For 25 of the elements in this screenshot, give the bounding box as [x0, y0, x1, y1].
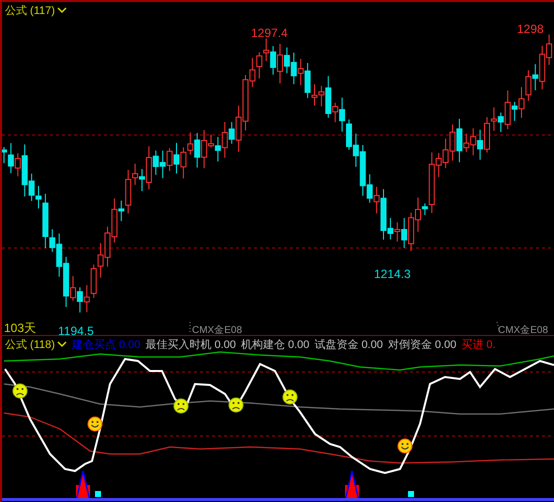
price-label: 1194.5 — [58, 324, 94, 338]
smiley-face-icon — [88, 416, 102, 432]
smiley-face-icon — [398, 438, 412, 454]
indicator-legend: 买进 0. — [461, 337, 496, 352]
contract-label: CMX金E08 — [192, 324, 242, 337]
sad-face-icon — [282, 390, 298, 404]
marker-icon — [408, 491, 414, 497]
formula-title[interactable]: 公式 (118) — [5, 337, 55, 352]
period-label: 103天 — [4, 320, 36, 337]
marker-icon — [95, 491, 101, 497]
indicator-legend: 建仓买点 0.00 — [72, 337, 140, 352]
chevron-down-icon[interactable] — [56, 7, 67, 14]
contract-label: CMX金E08 — [498, 324, 548, 337]
indicator-legend: 机构建仓 0.00 — [240, 337, 310, 352]
indicator-legend: 试盘资金 0.00 — [314, 337, 383, 352]
chevron-down-icon[interactable] — [56, 341, 67, 348]
price-label: 1297.4 — [251, 26, 288, 40]
price-label: 1214.3 — [374, 267, 411, 281]
sad-face-icon — [174, 398, 188, 414]
indicator-legend: 对倒资金 0.00 — [388, 337, 456, 352]
sad-face-icon — [228, 398, 244, 412]
price-label: 1298 — [517, 22, 544, 36]
formula-title[interactable]: 公式 (117) — [5, 3, 55, 18]
sad-face-icon — [12, 384, 28, 398]
indicator-legend: 最佳买入时机 0.00 — [145, 337, 236, 352]
